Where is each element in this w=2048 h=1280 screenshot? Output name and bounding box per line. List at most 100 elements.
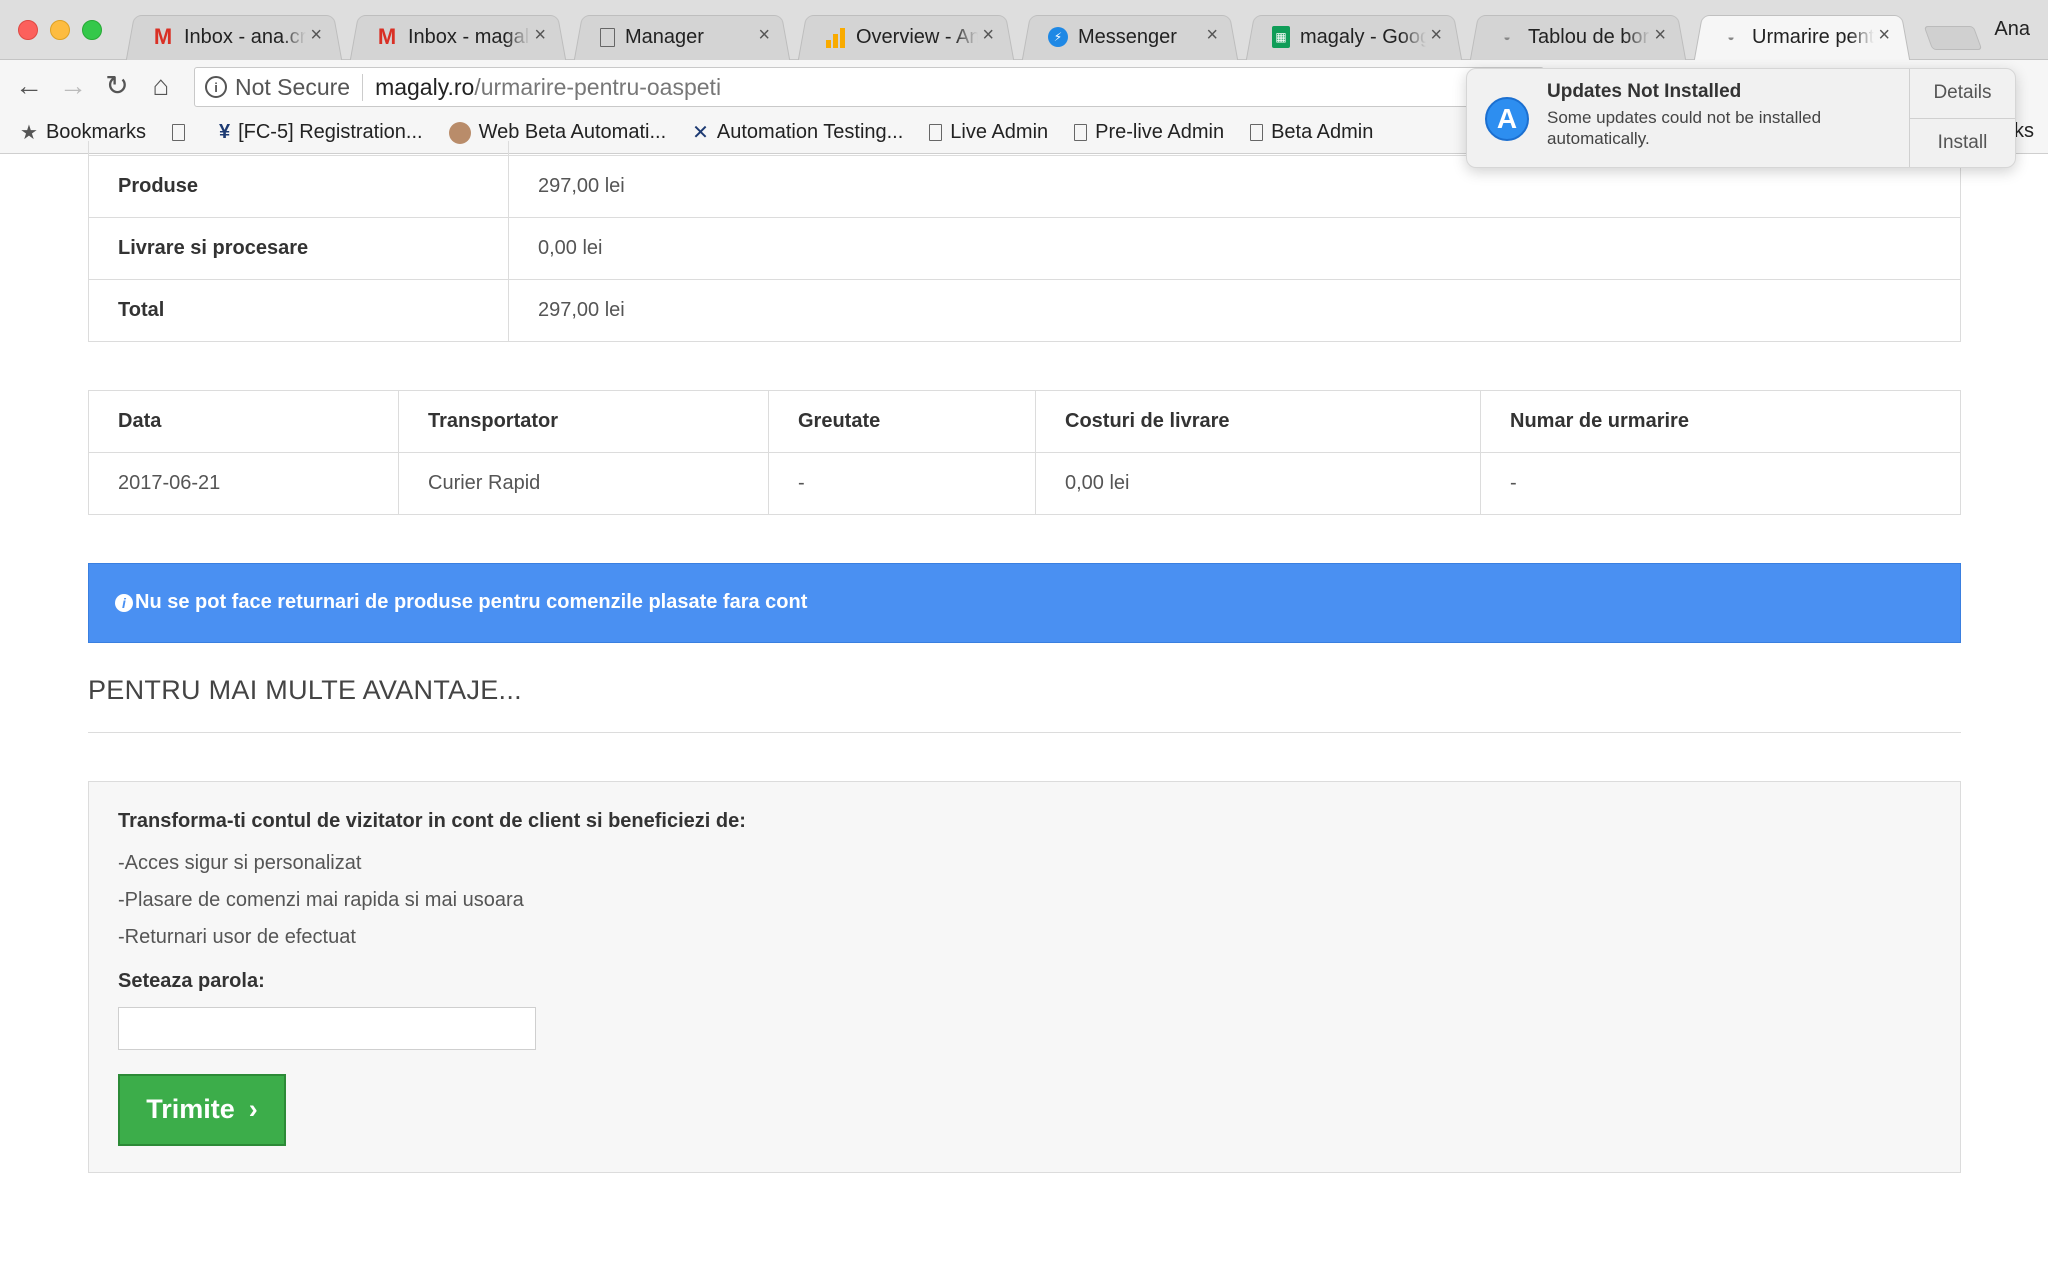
profile-button[interactable]: Ana <box>1994 18 2030 41</box>
table-cell: - <box>1480 451 1961 515</box>
tab-title: Messenger <box>1078 25 1177 48</box>
benefit-item: -Returnari usor de efectuat <box>118 925 356 948</box>
tab-title: magaly - Googl <box>1300 25 1426 48</box>
tab-strip: M Inbox - ana.cra × M Inbox - magaly × M… <box>122 14 1914 60</box>
tab-title: Tablou de bord <box>1528 25 1650 48</box>
close-tab-icon[interactable]: × <box>1206 24 1218 47</box>
tab-tablou[interactable]: ◒ Tablou de bord × <box>1466 14 1690 60</box>
submit-button[interactable]: Trimite › <box>118 1073 286 1146</box>
page-icon <box>171 124 185 141</box>
page-content: Produse 297,00 lei Livrare si procesare … <box>88 141 1961 1173</box>
site-icon: ◒ <box>1727 30 1735 44</box>
page-icon <box>1074 124 1088 141</box>
table-cell: - <box>768 451 1036 515</box>
shipping-table: Data Transportator Greutate Costuri de l… <box>88 389 1961 515</box>
table-cell: Curier Rapid <box>398 451 769 515</box>
totals-label: Livrare si procesare <box>88 216 509 280</box>
url-host: magaly.ro <box>375 73 475 100</box>
close-tab-icon[interactable]: × <box>982 24 994 47</box>
notification-actions: Details Install <box>1909 69 2015 167</box>
tab-title: Inbox - magaly <box>408 25 530 48</box>
tab-title: Manager <box>625 25 704 48</box>
totals-label: Total <box>88 278 509 342</box>
alert-text: Nu se pot face returnari de produse pent… <box>135 591 808 613</box>
table-row: 2017-06-21 Curier Rapid - 0,00 lei - <box>88 451 1961 515</box>
update-notification[interactable]: A Updates Not Installed Some updates cou… <box>1466 68 2016 168</box>
close-tab-icon[interactable]: × <box>310 24 322 47</box>
section-heading: PENTRU MAI MULTE AVANTAJE... <box>88 675 1961 733</box>
info-icon: i <box>115 593 133 612</box>
close-tab-icon[interactable]: × <box>758 24 770 47</box>
site-icon: ◒ <box>1503 30 1511 44</box>
document-icon <box>600 27 615 47</box>
table-cell <box>88 141 509 156</box>
tab-title: Overview - Ana <box>856 25 978 48</box>
totals-label: Produse <box>88 154 509 218</box>
close-tab-icon[interactable]: × <box>1430 24 1442 47</box>
notification-body: Updates Not Installed Some updates could… <box>1547 69 1909 167</box>
new-tab-button[interactable] <box>1923 26 1983 50</box>
chevron-right-icon: › <box>248 1094 258 1124</box>
sheets-icon: ▦ <box>1272 26 1290 48</box>
column-header: Costuri de livrare <box>1035 389 1481 453</box>
app-store-icon: A <box>1485 97 1529 141</box>
close-tab-icon[interactable]: × <box>1878 24 1890 47</box>
messenger-icon: ⚡ <box>1048 27 1068 47</box>
table-row: Total 297,00 lei <box>88 278 1961 342</box>
security-indicator[interactable]: Not Secure <box>235 73 364 101</box>
home-icon[interactable]: ⌂ <box>144 70 178 102</box>
submit-label: Trimite <box>146 1094 235 1124</box>
tab-overview[interactable]: Overview - Ana × <box>794 14 1018 60</box>
details-button[interactable]: Details <box>1910 69 2015 118</box>
close-window-button[interactable] <box>18 20 38 40</box>
tab-sheets[interactable]: ▦ magaly - Googl × <box>1242 14 1466 60</box>
zoom-window-button[interactable] <box>82 20 102 40</box>
panel-title: Transforma-ti contul de vizitator in con… <box>118 809 746 832</box>
tab-manager[interactable]: Manager × <box>570 14 794 60</box>
totals-value: 297,00 lei <box>508 278 1961 342</box>
column-header: Numar de urmarire <box>1480 389 1961 453</box>
table-row: Livrare si procesare 0,00 lei <box>88 216 1961 280</box>
tab-inbox-magaly[interactable]: M Inbox - magaly × <box>346 14 570 60</box>
reload-icon[interactable]: ↻ <box>100 70 134 102</box>
tab-title: Inbox - ana.cra <box>184 25 306 48</box>
guest-account-panel: Transforma-ti contul de vizitator in con… <box>88 780 1961 1173</box>
password-label: Seteaza parola: <box>118 969 265 992</box>
no-returns-alert: i Nu se pot face returnari de produse pe… <box>88 562 1961 643</box>
table-cell: 0,00 lei <box>1035 451 1481 515</box>
star-icon: ★ <box>20 122 38 144</box>
tab-bar: M Inbox - ana.cra × M Inbox - magaly × M… <box>0 0 2048 60</box>
bookmark-blank[interactable] <box>171 124 193 141</box>
table-cell: 2017-06-21 <box>88 451 399 515</box>
minimize-window-button[interactable] <box>50 20 70 40</box>
close-tab-icon[interactable]: × <box>1654 24 1666 47</box>
tab-urmarire[interactable]: ◒ Urmarire pentru × <box>1690 14 1914 60</box>
benefit-item: -Acces sigur si personalizat <box>118 851 362 874</box>
back-arrow-icon[interactable]: ← <box>12 70 46 102</box>
page-icon <box>1250 124 1264 141</box>
tab-messenger[interactable]: ⚡ Messenger × <box>1018 14 1242 60</box>
forward-arrow-icon[interactable]: → <box>56 70 90 102</box>
gmail-icon: M <box>377 24 397 49</box>
analytics-icon <box>824 26 846 48</box>
order-totals-table: Produse 297,00 lei Livrare si procesare … <box>88 141 1961 342</box>
gmail-icon: M <box>153 24 173 49</box>
install-button[interactable]: Install <box>1910 117 2015 168</box>
notification-text: Some updates could not be installed auto… <box>1547 108 1822 148</box>
notification-title: Updates Not Installed <box>1547 81 1742 102</box>
url-path: /urmarire-pentru-oaspeti <box>474 73 722 100</box>
table-header-row: Data Transportator Greutate Costuri de l… <box>88 389 1961 453</box>
column-header: Transportator <box>398 389 769 453</box>
page-icon <box>929 124 943 141</box>
close-tab-icon[interactable]: × <box>534 24 546 47</box>
tab-inbox-ana[interactable]: M Inbox - ana.cra × <box>122 14 346 60</box>
address-bar[interactable]: i Not Secure magaly.ro /urmarire-pentru-… <box>194 67 1544 107</box>
password-input[interactable] <box>118 1006 536 1050</box>
column-header: Data <box>88 389 399 453</box>
column-header: Greutate <box>768 389 1036 453</box>
totals-value: 0,00 lei <box>508 216 1961 280</box>
other-bookmarks[interactable]: ks <box>2014 120 2034 143</box>
info-icon[interactable]: i <box>205 76 227 98</box>
tab-title: Urmarire pentru <box>1752 25 1874 48</box>
benefit-item: -Plasare de comenzi mai rapida si mai us… <box>118 888 524 911</box>
